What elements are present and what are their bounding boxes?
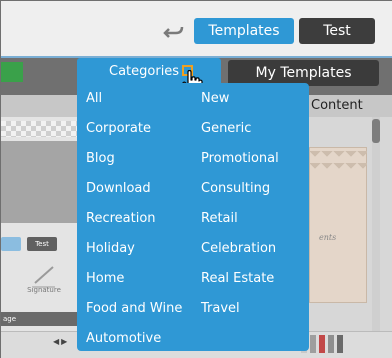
- template-preview[interactable]: [309, 147, 367, 303]
- category-travel[interactable]: Travel: [201, 301, 240, 317]
- vertical-scrollbar[interactable]: [372, 117, 380, 331]
- category-automotive[interactable]: Automotive: [86, 331, 161, 347]
- green-indicator: [1, 62, 23, 82]
- test-button[interactable]: Test: [299, 18, 375, 44]
- category-food-and-wine[interactable]: Food and Wine: [86, 301, 182, 317]
- category-generic[interactable]: Generic: [201, 121, 251, 137]
- content-tab[interactable]: Content: [311, 95, 371, 117]
- category-promotional[interactable]: Promotional: [201, 151, 279, 167]
- horizontal-scroll-arrows[interactable]: ◀▶: [53, 337, 69, 346]
- categories-label: Categories: [109, 64, 180, 79]
- grey-placeholder: [1, 141, 79, 223]
- category-recreation[interactable]: Recreation: [86, 211, 156, 227]
- category-all[interactable]: All: [86, 91, 102, 107]
- preview-zigzag: [309, 151, 367, 169]
- undo-icon[interactable]: [163, 21, 185, 43]
- category-consulting[interactable]: Consulting: [201, 181, 270, 197]
- scrollbar-thumb[interactable]: [372, 119, 380, 143]
- page-bar: age: [1, 312, 79, 326]
- mini-test-button: Test: [27, 237, 57, 251]
- category-new[interactable]: New: [201, 91, 229, 107]
- templates-button[interactable]: Templates: [194, 18, 294, 44]
- category-retail[interactable]: Retail: [201, 211, 238, 227]
- category-corporate[interactable]: Corporate: [86, 121, 151, 137]
- swatch[interactable]: [328, 335, 334, 353]
- categories-menu: All Corporate Blog Download Recreation H…: [77, 83, 309, 351]
- swatch[interactable]: [310, 335, 316, 353]
- checker-pattern: [1, 121, 79, 137]
- category-real-estate[interactable]: Real Estate: [201, 271, 274, 287]
- category-download[interactable]: Download: [86, 181, 151, 197]
- mini-templates-button: [1, 237, 21, 251]
- category-home[interactable]: Home: [86, 271, 124, 287]
- preview-text: ents: [319, 233, 337, 242]
- swatch[interactable]: [337, 335, 343, 353]
- category-blog[interactable]: Blog: [86, 151, 115, 167]
- category-holiday[interactable]: Holiday: [86, 241, 135, 257]
- signature-label: Signature: [27, 286, 61, 294]
- swatch[interactable]: [319, 335, 325, 353]
- category-celebration[interactable]: Celebration: [201, 241, 276, 257]
